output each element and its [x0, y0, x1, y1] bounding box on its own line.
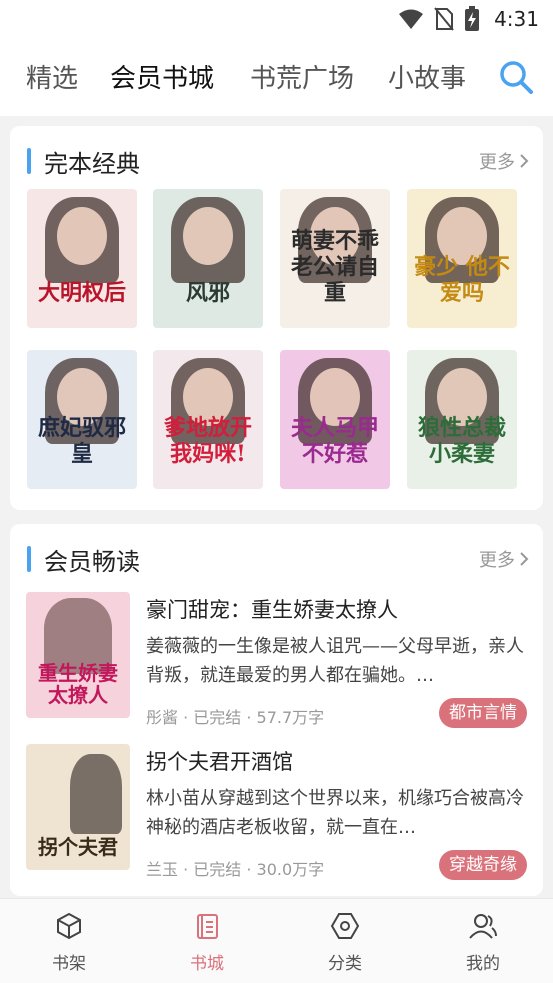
more-label: 更多: [479, 550, 515, 571]
book-meta: 彤酱 · 已完结 · 57.7万字: [146, 708, 325, 727]
genre-tag: 穿越奇缘: [439, 850, 527, 880]
tab-member-bookstore[interactable]: 会员书城: [110, 58, 214, 95]
search-icon[interactable]: [499, 60, 533, 94]
nav-label: 分类: [328, 954, 362, 974]
status-icons: 4:31: [398, 6, 539, 32]
cover-title: 拐个夫君: [38, 835, 118, 859]
wifi-icon: [399, 9, 424, 29]
section-title: 完本经典: [44, 150, 140, 178]
section-accent-bar: [27, 546, 31, 572]
nav-bookstore[interactable]: 书城: [167, 911, 247, 974]
no-sim-icon: [434, 7, 454, 31]
book-cover: 拐个夫君: [26, 744, 130, 870]
battery-charging-icon: [465, 6, 480, 31]
book-list-item[interactable]: 重生娇妻 太撩人 豪门甜宠：重生娇妻太撩人 姜薇薇的一生像是被人诅咒——父母早逝…: [10, 592, 543, 728]
section-accent-bar: [27, 148, 31, 174]
tab-short-stories[interactable]: 小故事: [388, 58, 466, 95]
nav-bookshelf[interactable]: 书架: [29, 911, 109, 974]
status-bar: 4:31: [0, 0, 553, 40]
user-icon: [469, 914, 497, 939]
top-nav: 精选 会员书城 书荒广场 小故事: [0, 40, 553, 116]
book-title: 豪门甜宠：重生娇妻太撩人: [146, 598, 398, 622]
cover-title: 大明权后: [37, 280, 126, 306]
more-label: 更多: [479, 152, 515, 173]
cover-title: 风邪: [185, 280, 230, 306]
cover-title: 庶妃驭邪皇: [37, 415, 126, 467]
nav-categories[interactable]: 分类: [305, 911, 385, 974]
bottom-nav: 书架 书城 分类 我的: [0, 898, 553, 983]
book-cover[interactable]: 萌妻不乖 老公请自重: [280, 189, 390, 328]
chevron-right-icon: [520, 154, 529, 168]
book-cover[interactable]: 庶妃驭邪皇: [27, 350, 137, 489]
cover-title: 豪少 他不爱吗: [414, 254, 510, 306]
cover-title: 爹地放开 我妈咪!: [163, 415, 252, 467]
nav-profile[interactable]: 我的: [443, 911, 523, 974]
book-cover[interactable]: 风邪: [153, 189, 263, 328]
book-cover: 重生娇妻 太撩人: [26, 592, 130, 718]
book-cover[interactable]: 大明权后: [27, 189, 137, 328]
book-cover[interactable]: 夫人马甲 不好惹: [280, 350, 390, 489]
more-link[interactable]: 更多: [479, 546, 529, 572]
nav-label: 书城: [190, 954, 224, 974]
genre-tag: 都市言情: [439, 698, 527, 728]
more-link[interactable]: 更多: [479, 148, 529, 174]
book-description: 姜薇薇的一生像是被人诅咒——父母早逝，亲人背叛，就连最爱的男人都在骗她。…: [146, 636, 524, 686]
nav-label: 我的: [466, 954, 500, 974]
book-cover[interactable]: 爹地放开 我妈咪!: [153, 350, 263, 489]
book-description: 林小苗从穿越到这个世界以来，机缘巧合被高冷神秘的酒店老板收留，就一直在…: [146, 788, 524, 838]
book-meta: 兰玉 · 已完结 · 30.0万字: [146, 860, 325, 879]
cover-title: 萌妻不乖 老公请自重: [290, 228, 379, 306]
cover-title: 夫人马甲 不好惹: [290, 415, 379, 467]
member-reading-section: 会员畅读 更多 重生娇妻 太撩人 豪门甜宠：重生娇妻太撩人 姜薇薇的一生像是被人…: [10, 524, 543, 896]
nav-label: 书架: [52, 954, 86, 974]
book-cover[interactable]: 豪少 他不爱吗: [407, 189, 517, 328]
classic-section: 完本经典 更多 大明权后 风邪 萌妻不乖 老公请自重 豪少 他不爱吗 庶妃驭邪皇…: [10, 126, 543, 510]
book-list-item[interactable]: 拐个夫君 拐个夫君开酒馆 林小苗从穿越到这个世界以来，机缘巧合被高冷神秘的酒店老…: [10, 744, 543, 880]
classic-section-header: 完本经典 更多: [10, 126, 543, 186]
chevron-right-icon: [520, 552, 529, 566]
clock: 4:31: [494, 7, 539, 31]
book-cover[interactable]: 狼性总裁 小柔妻: [407, 350, 517, 489]
book-title: 拐个夫君开酒馆: [146, 750, 293, 774]
cover-title: 狼性总裁 小柔妻: [417, 415, 506, 467]
hexagon-icon: [330, 913, 360, 939]
book-icon: [197, 914, 218, 939]
section-title: 会员畅读: [44, 548, 140, 576]
cube-icon: [57, 912, 81, 940]
tab-featured[interactable]: 精选: [26, 58, 78, 95]
cover-title: 重生娇妻 太撩人: [38, 661, 118, 707]
member-section-header: 会员畅读 更多: [10, 524, 543, 584]
tab-book-plaza[interactable]: 书荒广场: [250, 58, 354, 95]
